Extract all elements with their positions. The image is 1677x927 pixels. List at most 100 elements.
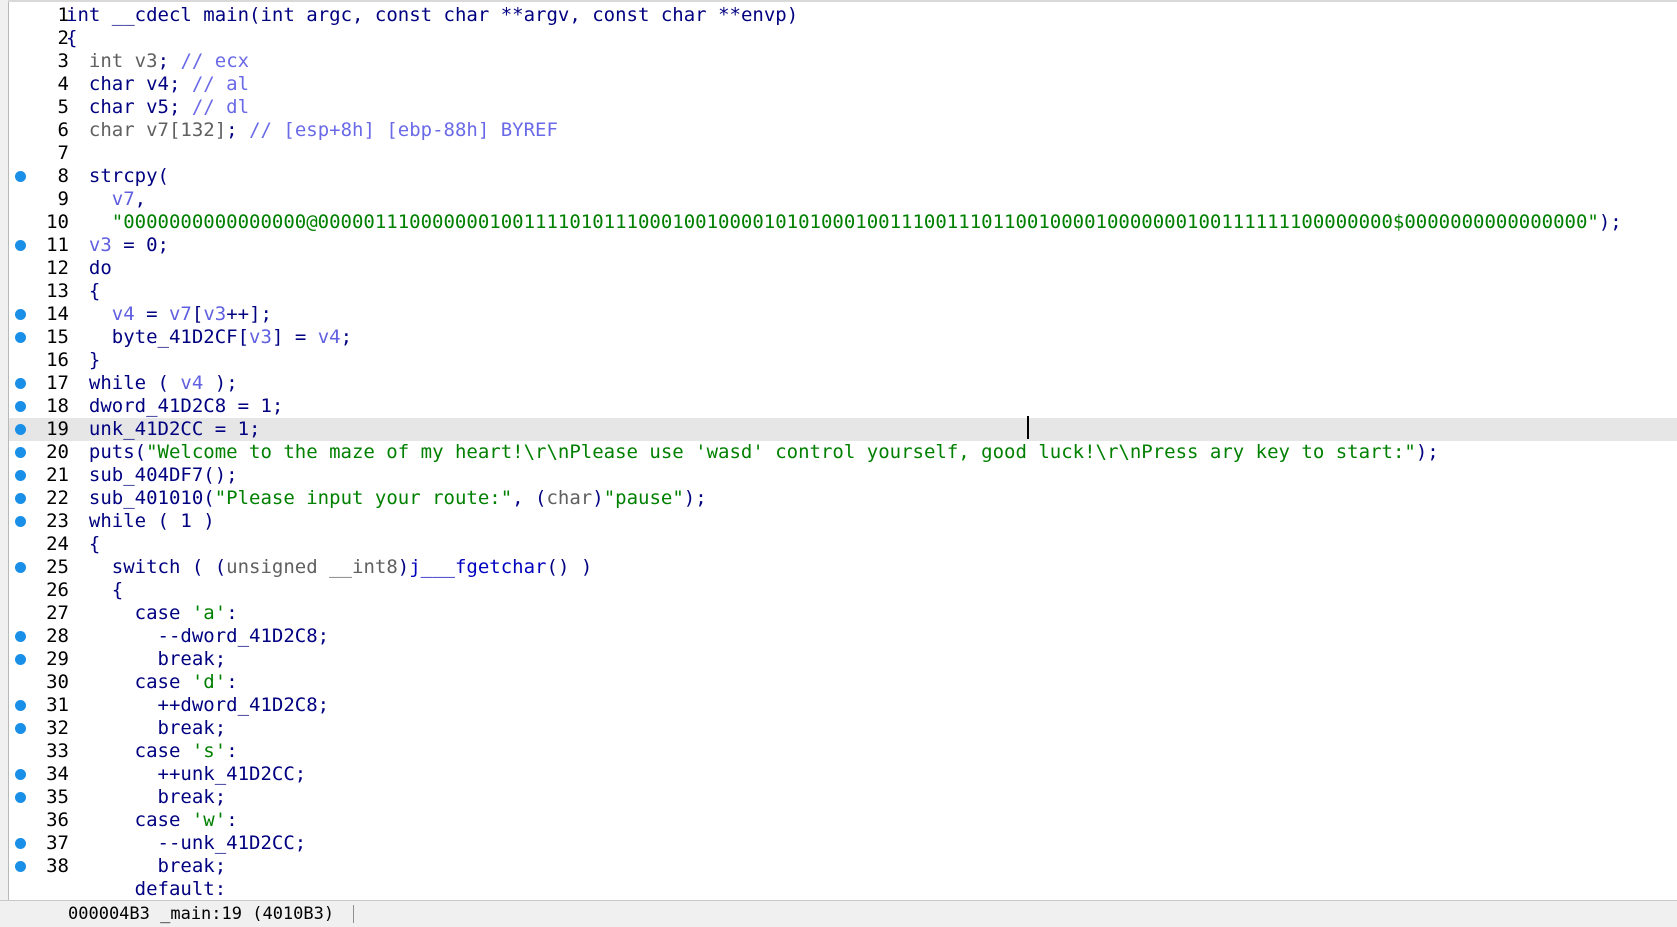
code-line[interactable]: 20 puts("Welcome to the maze of my heart… [9, 441, 1677, 464]
pseudocode-view[interactable]: 1 int __cdecl main(int argc, const char *… [9, 4, 1677, 900]
code-token: __cdecl main( [100, 4, 261, 26]
code-token: } [88, 349, 101, 371]
code-text: sub_404DF7(); [66, 464, 238, 487]
code-line[interactable]: 33 case 's': [9, 740, 1677, 763]
code-token: const char [374, 4, 490, 26]
breakpoint-marker-icon[interactable] [15, 378, 26, 389]
code-line[interactable]: 16 } [9, 349, 1677, 372]
code-line[interactable]: 19 unk_41D2CC = 1; [9, 418, 1677, 441]
code-line[interactable]: 35 break; [9, 786, 1677, 809]
code-token: ); [1598, 211, 1622, 233]
code-line[interactable]: 34 ++unk_41D2CC; [9, 763, 1677, 786]
code-line[interactable]: 36 case 'w': [9, 809, 1677, 832]
code-line[interactable]: 18 dword_41D2C8 = 1; [9, 395, 1677, 418]
code-token: : [214, 878, 227, 900]
code-text: puts("Welcome to the maze of my heart!\r… [66, 441, 1439, 464]
code-line[interactable]: 31 ++dword_41D2C8; [9, 694, 1677, 717]
code-line[interactable]: 8 strcpy( [9, 165, 1677, 188]
code-line[interactable]: 30 case 'd': [9, 671, 1677, 694]
breakpoint-marker-icon[interactable] [15, 470, 26, 481]
code-line[interactable]: 23 while ( 1 ) [9, 510, 1677, 533]
code-text: --dword_41D2C8; [66, 625, 330, 648]
code-token: char [546, 487, 593, 509]
breakpoint-marker-icon[interactable] [15, 332, 26, 343]
code-token: dword_41D2C8 = 1; [88, 395, 284, 417]
code-line[interactable]: 2{ [9, 27, 1677, 50]
code-line[interactable]: 6 char v7[132]; // [esp+8h] [ebp-88h] BY… [9, 119, 1677, 142]
code-line[interactable]: 32 break; [9, 717, 1677, 740]
code-token: case [134, 671, 181, 693]
code-text: case 'w': [66, 809, 238, 832]
code-token: v4 [180, 372, 204, 394]
line-number: 26 [46, 579, 69, 601]
code-line[interactable]: 29 break; [9, 648, 1677, 671]
code-token: v4; [134, 73, 192, 95]
code-line[interactable]: 3 int v3; // ecx [9, 50, 1677, 73]
breakpoint-marker-icon[interactable] [15, 516, 26, 527]
breakpoint-marker-icon[interactable] [15, 240, 26, 251]
breakpoint-marker-icon[interactable] [15, 424, 26, 435]
breakpoint-marker-icon[interactable] [15, 309, 26, 320]
code-token: int [66, 4, 101, 26]
code-line[interactable]: 21 sub_404DF7(); [9, 464, 1677, 487]
code-line[interactable]: default: [9, 878, 1677, 900]
breakpoint-marker-icon[interactable] [15, 171, 26, 182]
code-line[interactable]: 12 do [9, 257, 1677, 280]
breakpoint-marker-icon[interactable] [15, 631, 26, 642]
code-line[interactable]: 5 char v5; // dl [9, 96, 1677, 119]
breakpoint-marker-icon[interactable] [15, 562, 26, 573]
code-line[interactable]: 26 { [9, 579, 1677, 602]
code-line[interactable]: 27 case 'a': [9, 602, 1677, 625]
code-line[interactable]: 28 --dword_41D2C8; [9, 625, 1677, 648]
breakpoint-marker-icon[interactable] [15, 447, 26, 458]
breakpoint-marker-icon[interactable] [15, 723, 26, 734]
code-text: unk_41D2CC = 1; [66, 418, 261, 441]
breakpoint-marker-icon[interactable] [15, 769, 26, 780]
code-line[interactable]: 38 break; [9, 855, 1677, 878]
code-line[interactable]: 14 v4 = v7[v3++]; [9, 303, 1677, 326]
code-text: strcpy( [66, 165, 169, 188]
line-number: 7 [57, 142, 69, 164]
breakpoint-marker-icon[interactable] [15, 493, 26, 504]
code-line[interactable]: 24 { [9, 533, 1677, 556]
code-line[interactable]: 10 "0000000000000000@0000011100000001001… [9, 211, 1677, 234]
line-number: 9 [57, 188, 69, 210]
line-number: 36 [46, 809, 69, 831]
code-line[interactable]: 11 v3 = 0; [9, 234, 1677, 257]
code-line[interactable]: 22 sub_401010("Please input your route:"… [9, 487, 1677, 510]
line-number: 29 [46, 648, 69, 670]
code-line[interactable]: 17 while ( v4 ); [9, 372, 1677, 395]
breakpoint-marker-icon[interactable] [15, 792, 26, 803]
code-token: "Please input your route:" [214, 487, 513, 509]
line-number: 32 [46, 717, 69, 739]
code-token: j___fgetchar [409, 556, 547, 578]
code-line[interactable]: 7 [9, 142, 1677, 165]
code-line[interactable]: 37 --unk_41D2CC; [9, 832, 1677, 855]
code-line[interactable]: 13 { [9, 280, 1677, 303]
code-line[interactable]: 1 int __cdecl main(int argc, const char *… [9, 4, 1677, 27]
code-line[interactable]: 25 switch ( (unsigned __int8)j___fgetcha… [9, 556, 1677, 579]
line-number: 21 [46, 464, 69, 486]
breakpoint-marker-icon[interactable] [15, 700, 26, 711]
code-token: ++dword_41D2C8; [157, 694, 330, 716]
code-line[interactable]: 15 byte_41D2CF[v3] = v4; [9, 326, 1677, 349]
code-line[interactable]: 4 char v4; // al [9, 73, 1677, 96]
breakpoint-marker-icon[interactable] [15, 401, 26, 412]
code-line[interactable]: 9 v7, [9, 188, 1677, 211]
code-text: "0000000000000000@0000011100000001001111… [66, 211, 1622, 234]
line-number: 38 [46, 855, 69, 877]
breakpoint-marker-icon[interactable] [15, 654, 26, 665]
code-token: v7 [111, 188, 135, 210]
code-text: v3 = 0; [66, 234, 169, 257]
breakpoint-marker-icon[interactable] [15, 838, 26, 849]
code-token: ( 1 ) [146, 510, 215, 532]
breakpoint-marker-icon[interactable] [15, 861, 26, 872]
